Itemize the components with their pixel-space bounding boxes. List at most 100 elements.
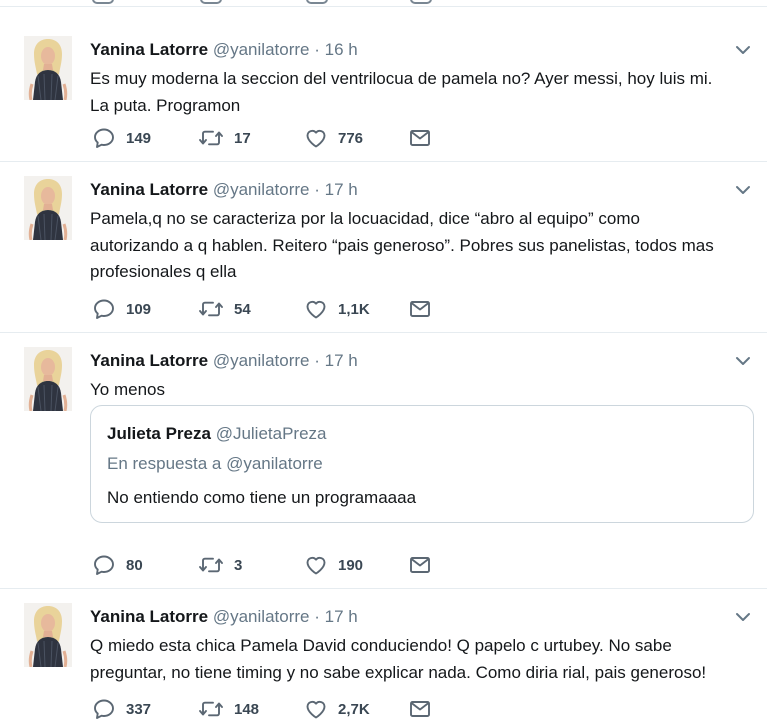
avatar[interactable] [24, 603, 72, 667]
tweet[interactable]: Yanina Latorre @yanilatorre · 17 h Yo me… [0, 333, 767, 589]
avatar[interactable] [24, 176, 72, 240]
like-icon [304, 697, 328, 721]
like-icon [304, 297, 328, 321]
timestamp[interactable]: 17 h [325, 351, 358, 370]
reply-count: 80 [126, 556, 143, 574]
tweet[interactable]: Yanina Latorre @yanilatorre · 17 h Q mie… [0, 589, 767, 721]
author-handle[interactable]: @yanilatorre [213, 351, 310, 370]
separator-dot: · [314, 607, 320, 626]
reply-button[interactable]: 337 [92, 697, 151, 721]
retweet-icon [198, 553, 224, 577]
like-button[interactable]: 776 [304, 126, 363, 150]
retweet-icon [198, 697, 224, 721]
tweet-text-line: Yo menos [90, 380, 165, 399]
message-button[interactable] [408, 697, 432, 721]
reply-count: 337 [126, 700, 152, 718]
like-icon [304, 126, 328, 150]
message-button[interactable] [408, 297, 432, 321]
quoted-tweet[interactable]: Julieta Preza @JulietaPreza En respuesta… [90, 405, 754, 523]
reply-button[interactable]: 149 [92, 126, 151, 150]
message-icon[interactable] [410, 0, 432, 4]
separator-dot: · [314, 351, 320, 370]
chevron-down-icon[interactable] [733, 40, 753, 60]
tweet-text-line: profesionales q ella [90, 262, 237, 281]
tweet-text-line: Es muy moderna la seccion del ventrilocu… [90, 69, 713, 88]
tweet-text: Es muy moderna la seccion del ventrilocu… [90, 66, 755, 119]
tweet-text-line: La puta. Programon [90, 95, 241, 115]
timestamp[interactable]: 17 h [325, 180, 358, 199]
like-count: 776 [338, 129, 364, 147]
previous-tweet-actions [0, 0, 767, 7]
like-button[interactable]: 190 [304, 553, 363, 577]
reply-button[interactable]: 80 [92, 553, 143, 577]
tweet-text: Q miedo esta chica Pamela David conducie… [90, 633, 755, 686]
author-handle[interactable]: @yanilatorre [213, 180, 310, 199]
tweet-header: Yanina Latorre @yanilatorre · 16 h [90, 40, 358, 60]
retweet-count: 54 [234, 300, 251, 318]
tweet-text: Pamela,q no se caracteriza por la locuac… [90, 206, 755, 286]
retweet-button[interactable]: 148 [198, 697, 259, 721]
in-reply-to[interactable]: En respuesta a @yanilatorre [107, 454, 323, 474]
like-count: 1,1K [338, 300, 370, 318]
tweet-text-line: preguntar, no tiene timing y no sabe exp… [90, 662, 707, 682]
message-icon [408, 697, 432, 721]
like-count: 2,7K [338, 700, 370, 718]
author-name[interactable]: Yanina Latorre [90, 180, 208, 199]
retweet-button[interactable]: 3 [198, 553, 242, 577]
reply-icon [92, 697, 116, 721]
separator-dot: · [314, 40, 320, 59]
action-bar: 337 148 2,7K [92, 697, 512, 721]
reply-button[interactable]: 109 [92, 297, 151, 321]
avatar[interactable] [24, 347, 72, 411]
message-icon [408, 297, 432, 321]
retweet-icon[interactable] [200, 0, 222, 4]
separator-dot: · [314, 180, 320, 199]
message-icon [408, 126, 432, 150]
reply-icon[interactable] [92, 0, 114, 4]
retweet-icon [198, 297, 224, 321]
like-button[interactable]: 1,1K [304, 297, 370, 321]
retweet-count: 148 [234, 700, 260, 718]
author-handle[interactable]: @yanilatorre [213, 40, 310, 59]
tweet-header: Yanina Latorre @yanilatorre · 17 h [90, 180, 358, 200]
like-icon[interactable] [306, 0, 328, 4]
message-button[interactable] [408, 126, 432, 150]
retweet-count: 17 [234, 129, 251, 147]
tweet[interactable]: Yanina Latorre @yanilatorre · 16 h Es mu… [0, 22, 767, 162]
timestamp[interactable]: 16 h [325, 40, 358, 59]
message-button[interactable] [408, 553, 432, 577]
chevron-down-icon[interactable] [733, 351, 753, 371]
action-bar: 80 3 190 [92, 553, 512, 577]
author-name[interactable]: Yanina Latorre [90, 607, 208, 626]
author-name[interactable]: Yanina Latorre [90, 351, 208, 370]
retweet-count: 3 [234, 556, 243, 574]
action-bar: 149 17 776 [92, 126, 512, 150]
author-name[interactable]: Yanina Latorre [90, 40, 208, 59]
tweet-text: Yo menos [90, 377, 755, 404]
tweet-text-line: Q miedo esta chica Pamela David conducie… [90, 636, 672, 655]
timeline: Yanina Latorre @yanilatorre · 16 h Es mu… [0, 0, 767, 721]
quoted-author-handle: @JulietaPreza [215, 424, 327, 443]
like-icon [304, 553, 328, 577]
reply-count: 149 [126, 129, 152, 147]
quoted-author-name: Julieta Preza [107, 424, 211, 443]
tweet-text-line: autorizando a q hablen. Reitero “pais ge… [90, 235, 714, 255]
reply-icon [92, 126, 116, 150]
author-handle[interactable]: @yanilatorre [213, 607, 310, 626]
action-bar: 109 54 1,1K [92, 297, 512, 321]
chevron-down-icon[interactable] [733, 607, 753, 627]
tweet-text-line: Pamela,q no se caracteriza por la locuac… [90, 209, 640, 228]
like-button[interactable]: 2,7K [304, 697, 370, 721]
reply-icon [92, 297, 116, 321]
tweet-header: Yanina Latorre @yanilatorre · 17 h [90, 607, 358, 627]
tweet[interactable]: Yanina Latorre @yanilatorre · 17 h Pamel… [0, 162, 767, 333]
retweet-icon [198, 126, 224, 150]
timestamp[interactable]: 17 h [325, 607, 358, 626]
reply-count: 109 [126, 300, 152, 318]
chevron-down-icon[interactable] [733, 180, 753, 200]
quoted-author[interactable]: Julieta Preza @JulietaPreza [107, 424, 327, 444]
retweet-button[interactable]: 54 [198, 297, 251, 321]
avatar[interactable] [24, 36, 72, 100]
tweet-header: Yanina Latorre @yanilatorre · 17 h [90, 351, 358, 371]
retweet-button[interactable]: 17 [198, 126, 251, 150]
